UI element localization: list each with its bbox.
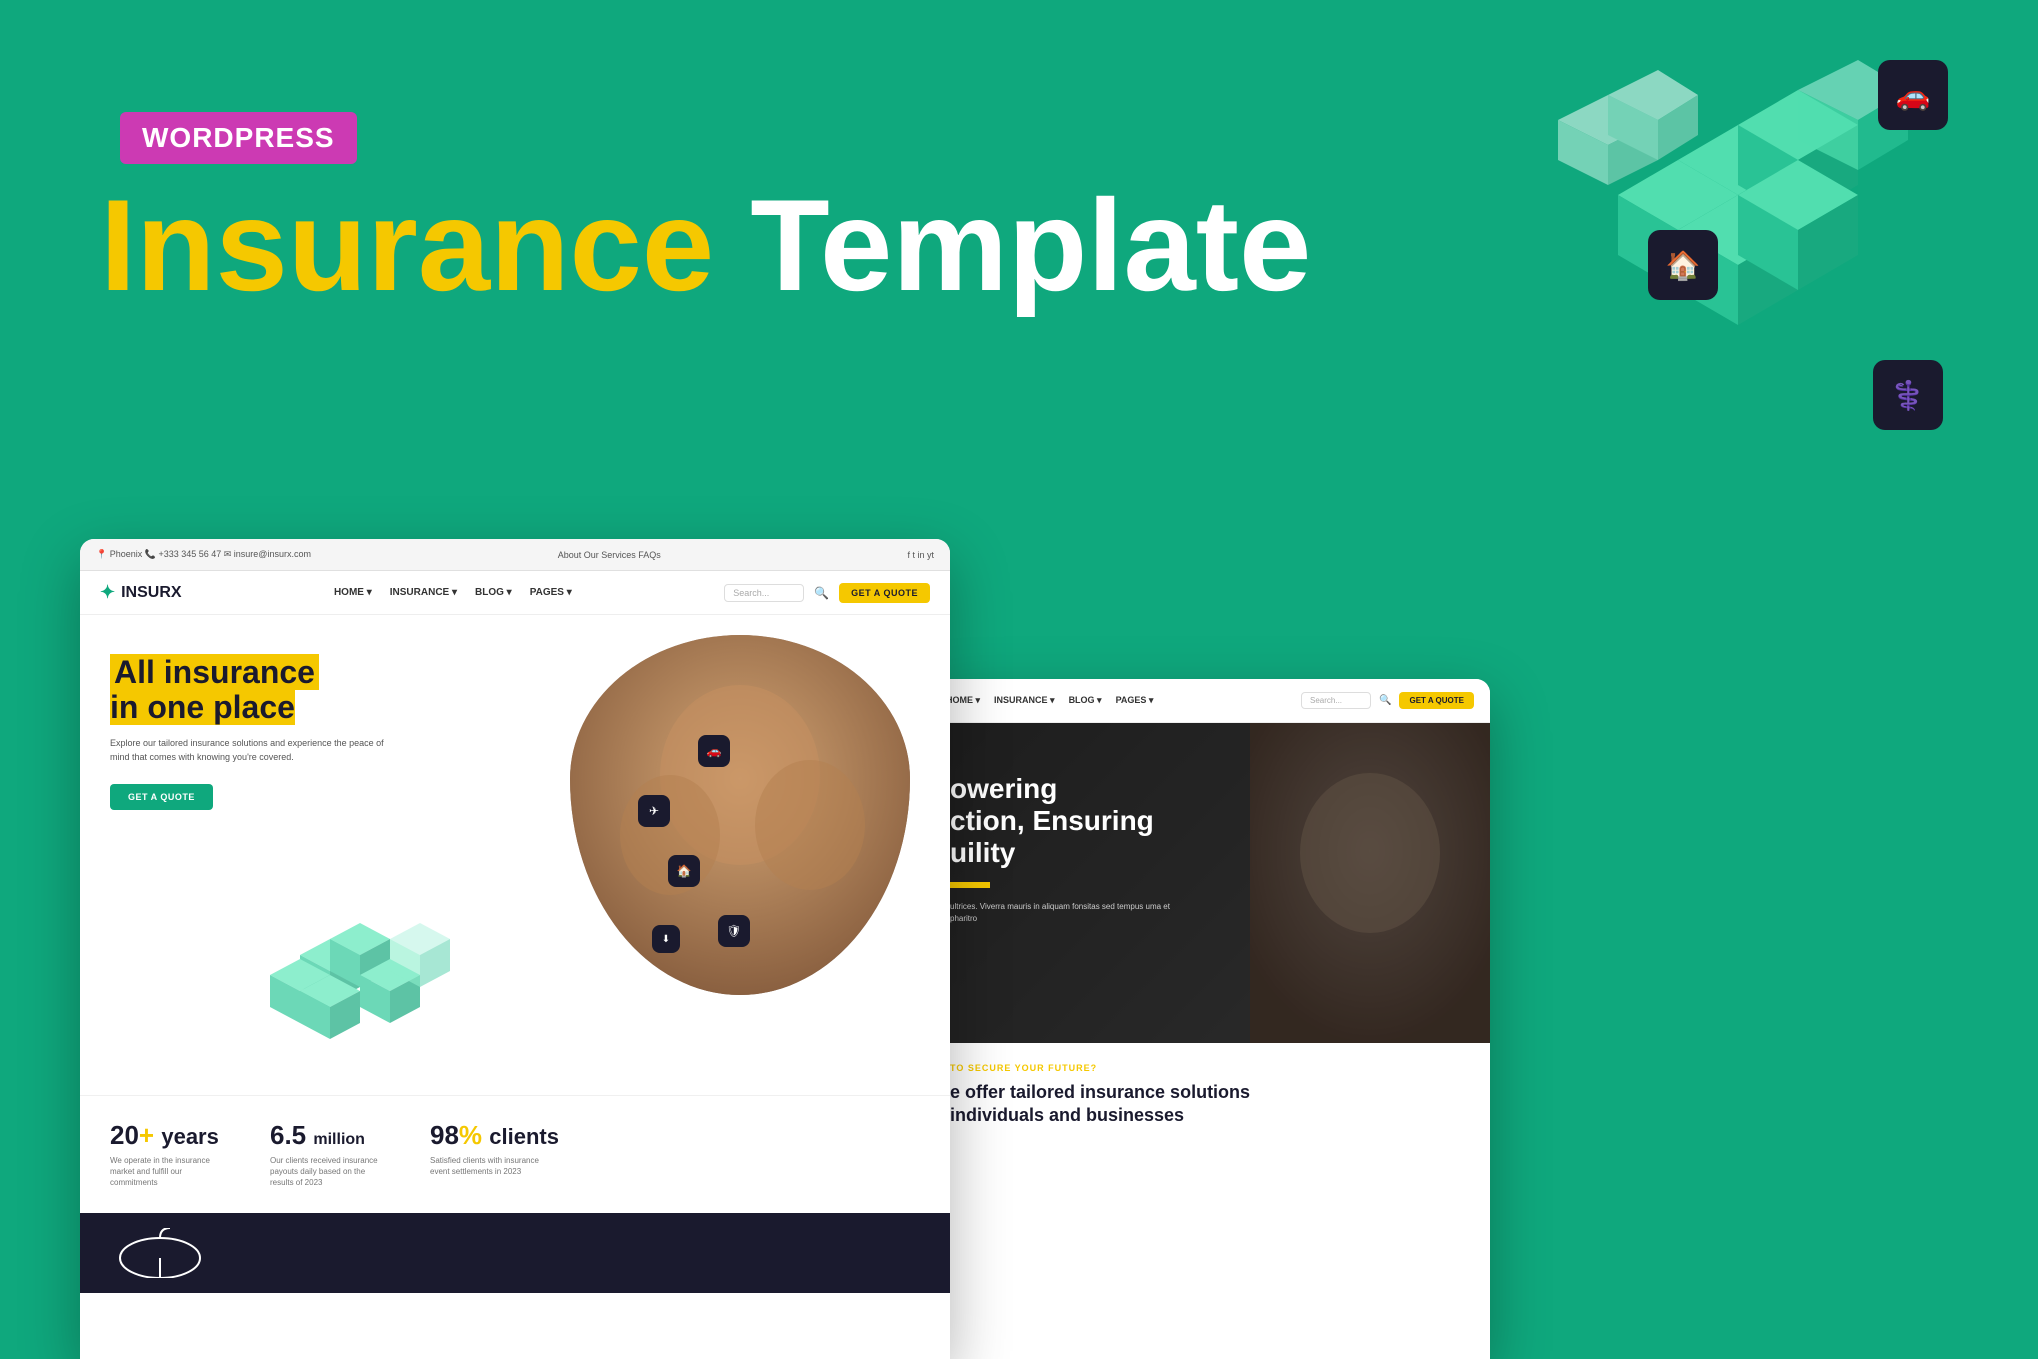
search-icon: 🔍 (814, 586, 829, 600)
right-nav-bar: HOME ▾ INSURANCE ▾ BLOG ▾ PAGES ▾ Search… (930, 679, 1490, 723)
right-nav-pages[interactable]: PAGES ▾ (1116, 695, 1154, 706)
topbar-right: f t in yt (907, 550, 934, 560)
wordpress-badge: WORDPRESS (120, 112, 357, 164)
nav-links: HOME ▾ INSURANCE ▾ BLOG ▾ PAGES ▾ (334, 587, 572, 598)
right-nav-links: HOME ▾ INSURANCE ▾ BLOG ▾ PAGES ▾ (946, 695, 1153, 706)
right-search-icon: 🔍 (1379, 695, 1391, 706)
nav-pages[interactable]: PAGES ▾ (530, 587, 572, 598)
stat-clients-desc: Satisfied clients with insurance event s… (430, 1155, 550, 1177)
stat-years: 20+ years We operate in the insurance ma… (110, 1120, 230, 1189)
right-hero-content: owering ction, Ensuring uility ultrices.… (950, 773, 1170, 925)
nav-right: Search... 🔍 GET A QUOTE (724, 583, 930, 603)
nav-bar: ✦ INSURX HOME ▾ INSURANCE ▾ BLOG ▾ PAGES… (80, 571, 950, 615)
topbar-center: About Our Services FAQs (558, 550, 661, 560)
right-nav-blog[interactable]: BLOG ▾ (1069, 695, 1102, 706)
right-nav-insurance[interactable]: INSURANCE ▾ (994, 695, 1055, 706)
hero-cubes (220, 895, 500, 1075)
car-badge-hero: 🚗 (698, 735, 730, 767)
stat-million-desc: Our clients received insurance payouts d… (270, 1155, 390, 1189)
logo-icon: ✦ (100, 582, 115, 603)
nav-insurance[interactable]: INSURANCE ▾ (390, 587, 457, 598)
hero-section: All insurance in one place Explore our t… (80, 615, 950, 1095)
hero-subtitle: Explore our tailored insurance solutions… (110, 737, 390, 764)
hero-cta-button[interactable]: GET A QUOTE (110, 784, 213, 810)
right-hero-title: owering ction, Ensuring uility (950, 773, 1170, 870)
left-screen: 📍 Phoenix 📞 +333 345 56 47 ✉ insure@insu… (80, 539, 950, 1359)
right-hero-t1: owering (950, 773, 1057, 804)
topbar-left: 📍 Phoenix 📞 +333 345 56 47 ✉ insure@insu… (96, 549, 311, 560)
hero-title-line1: All insurance (110, 654, 319, 690)
right-hero-t3: uility (950, 837, 1015, 868)
section2-tag: TO SECURE YOUR FUTURE? (950, 1063, 1470, 1073)
section2-title-line1: e offer tailored insurance solutions (950, 1082, 1250, 1102)
umbrella-icon (110, 1228, 210, 1278)
medical-bubble: ⚕️ (1873, 360, 1943, 430)
stats-bar: 20+ years We operate in the insurance ma… (80, 1095, 950, 1213)
logo-text: INSURX (121, 584, 181, 602)
right-hero-subtitle: ultrices. Viverra mauris in aliquam fons… (950, 901, 1170, 925)
site-logo: ✦ INSURX (100, 582, 182, 603)
hero-title-line2: in one place (110, 689, 295, 725)
right-hero-section: owering ction, Ensuring uility ultrices.… (930, 723, 1490, 1043)
hero-title: All insurance in one place (110, 655, 390, 725)
title-template: Template (714, 172, 1311, 318)
plane-badge: ✈ (638, 795, 670, 827)
bottom-dark-bar (80, 1213, 950, 1293)
right-hero-accent (950, 882, 990, 888)
home-badge-hero: 🏠 (668, 855, 700, 887)
right-hero-t2: ction, Ensuring (950, 805, 1154, 836)
home-bubble: 🏠 (1648, 230, 1718, 300)
main-title: Insurance Template (100, 180, 1311, 310)
section2-title: e offer tailored insurance solutions ind… (950, 1081, 1470, 1128)
section2-title-line2: individuals and businesses (950, 1105, 1184, 1125)
download-badge-hero: ⬇ (652, 925, 680, 953)
top-info-bar: 📍 Phoenix 📞 +333 345 56 47 ✉ insure@insu… (80, 539, 950, 571)
nav-blog[interactable]: BLOG ▾ (475, 587, 512, 598)
shield-badge-hero: 🛡 (718, 915, 750, 947)
right-nav-right: Search... 🔍 GET A QUOTE (1301, 692, 1474, 709)
stat-clients-number: 98% clients (430, 1120, 559, 1151)
nav-cta-button[interactable]: GET A QUOTE (839, 583, 930, 603)
stat-million: 6.5 million Our clients received insuran… (270, 1120, 390, 1189)
right-section-2: TO SECURE YOUR FUTURE? e offer tailored … (930, 1043, 1490, 1148)
screens-container: 📍 Phoenix 📞 +333 345 56 47 ✉ insure@insu… (80, 539, 2038, 1359)
car-bubble: 🚗 (1878, 60, 1948, 130)
right-nav-search[interactable]: Search... (1301, 692, 1371, 709)
right-nav-home[interactable]: HOME ▾ (946, 695, 980, 706)
stat-years-number: 20+ years (110, 1120, 230, 1151)
nav-home[interactable]: HOME ▾ (334, 587, 372, 598)
title-insurance: Insurance (100, 172, 714, 318)
stat-million-number: 6.5 million (270, 1120, 390, 1151)
right-screen: HOME ▾ INSURANCE ▾ BLOG ▾ PAGES ▾ Search… (930, 679, 1490, 1359)
right-nav-cta-button[interactable]: GET A QUOTE (1399, 692, 1474, 709)
stat-years-desc: We operate in the insurance market and f… (110, 1155, 230, 1189)
hero-content: All insurance in one place Explore our t… (110, 655, 390, 810)
stat-clients: 98% clients Satisfied clients with insur… (430, 1120, 559, 1189)
nav-search[interactable]: Search... (724, 584, 804, 602)
